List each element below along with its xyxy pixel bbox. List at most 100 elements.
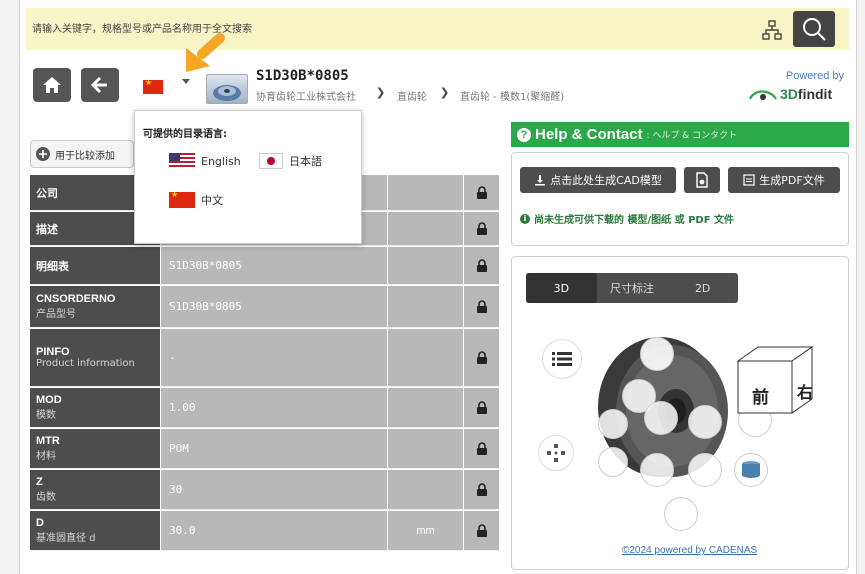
tab-2d[interactable]: 2D xyxy=(667,273,738,303)
notice-text: 尚未生成可供下载的 模型/图纸 或 PDF 文件 xyxy=(534,215,735,226)
download-icon xyxy=(535,175,546,186)
add-to-compare-button[interactable]: 用于比较添加 xyxy=(30,140,134,168)
lock-icon[interactable] xyxy=(476,482,488,497)
help-subtitle: : ヘルプ & コンタクト xyxy=(646,131,738,141)
tab-dimensions[interactable]: 尺寸标注 xyxy=(597,273,668,303)
view-top-button[interactable] xyxy=(640,337,674,371)
help-contact-bar[interactable]: ? Help & Contact : ヘルプ & コンタクト xyxy=(511,122,849,147)
cad-download-box: 点击此处生成CAD模型 生成PDF文件 i 尚未生成可供下载的 模型/图纸 或 … xyxy=(511,152,849,246)
measure-button[interactable] xyxy=(640,453,674,487)
cad-settings-button[interactable] xyxy=(684,167,720,193)
lock-icon[interactable] xyxy=(476,350,488,365)
search-bar xyxy=(26,8,849,50)
generate-cad-label: 点击此处生成CAD模型 xyxy=(550,174,662,187)
property-subkey: Product information xyxy=(36,358,135,369)
breadcrumb-category[interactable]: 直齿轮 xyxy=(397,88,427,103)
list-icon xyxy=(552,352,572,366)
view-cube[interactable] xyxy=(730,341,820,415)
property-unit xyxy=(387,212,463,245)
product-title: S1D30B*0805 xyxy=(256,68,349,84)
play-animation-button[interactable] xyxy=(598,409,628,439)
property-unit xyxy=(387,247,463,284)
brand-findit: findit xyxy=(797,86,833,102)
language-flag-icon[interactable] xyxy=(143,78,163,94)
pdf-icon xyxy=(743,174,755,186)
3dfindit-logo-icon xyxy=(748,90,777,100)
explode-view-button[interactable] xyxy=(538,435,574,471)
breadcrumb-separator-icon: ❯ xyxy=(376,87,386,99)
compare-label: 用于比较添加 xyxy=(55,150,115,162)
property-value: POM xyxy=(160,429,387,468)
lock-icon[interactable] xyxy=(476,441,488,456)
pointer-arrow-icon xyxy=(186,33,225,72)
view-tabs: 3D 尺寸标注 2D xyxy=(526,273,738,303)
property-unit xyxy=(387,388,463,427)
language-option-label: 日本語 xyxy=(289,155,322,168)
tree-view-icon[interactable] xyxy=(761,19,783,41)
brand-3d: 3D xyxy=(780,86,798,102)
home-icon xyxy=(43,77,61,93)
tab-3d[interactable]: 3D xyxy=(526,273,597,303)
back-button[interactable] xyxy=(81,68,119,102)
property-subkey: 产品型号 xyxy=(36,309,76,320)
search-icon xyxy=(803,18,826,41)
language-option-chinese[interactable]: 中文 xyxy=(169,190,223,208)
view-bottom-button[interactable] xyxy=(664,497,698,531)
property-value: 30.0 xyxy=(160,511,387,550)
table-row: Z 齿数 30 xyxy=(30,470,499,510)
breadcrumb-subcategory[interactable]: 直齿轮 - 模数1(聚缩醛) xyxy=(460,88,564,103)
product-thumbnail[interactable] xyxy=(206,74,248,104)
table-row: MTR 材料 POM xyxy=(30,429,499,469)
property-subkey: 模数 xyxy=(36,410,56,421)
generate-pdf-button[interactable]: 生成PDF文件 xyxy=(728,167,840,193)
list-view-button[interactable] xyxy=(542,339,582,379)
help-title: Help & Contact xyxy=(535,126,643,143)
language-option-english[interactable]: English xyxy=(169,153,241,169)
us-flag-icon xyxy=(169,153,195,169)
view-section-button[interactable] xyxy=(644,401,678,435)
caret-down-icon[interactable] xyxy=(182,79,190,84)
language-option-label: 中文 xyxy=(201,194,223,207)
cadenas-footer-link[interactable]: ©2024 powered by CADENAS xyxy=(622,545,757,556)
file-settings-icon xyxy=(696,172,708,188)
search-input[interactable] xyxy=(32,16,692,42)
japan-flag-icon xyxy=(259,153,283,169)
lock-icon[interactable] xyxy=(476,258,488,273)
cube-front-label: 前 xyxy=(752,388,769,407)
lock-icon[interactable] xyxy=(476,185,488,200)
property-key: MTR xyxy=(36,435,60,447)
lock-icon[interactable] xyxy=(476,299,488,314)
model-viewer[interactable]: 3D 尺寸标注 2D 前 右 ©2024 powered by CADENAS xyxy=(511,256,849,570)
property-unit xyxy=(387,286,463,327)
cube-right-label: 右 xyxy=(797,385,814,402)
lock-icon[interactable] xyxy=(476,221,488,236)
3dfindit-brand[interactable]: 3Dfindit xyxy=(780,86,832,102)
generate-cad-button[interactable]: 点击此处生成CAD模型 xyxy=(520,167,676,193)
help-icon: ? xyxy=(517,127,531,142)
view-hidden-button[interactable] xyxy=(688,453,722,487)
property-key: D xyxy=(36,517,44,529)
property-unit xyxy=(387,329,463,386)
breadcrumb-separator-icon: ❯ xyxy=(440,87,450,99)
home-button[interactable] xyxy=(33,68,71,102)
breadcrumb-company[interactable]: 协育齿轮工业株式会社 xyxy=(256,88,356,103)
language-menu-title: 可提供的目录语言: xyxy=(143,129,227,140)
view-shaded-button[interactable] xyxy=(734,453,768,487)
generate-pdf-label: 生成PDF文件 xyxy=(759,174,825,187)
property-value: 30 xyxy=(160,470,387,509)
china-flag-icon xyxy=(169,190,195,208)
language-option-japanese[interactable]: 日本語 xyxy=(259,153,322,169)
info-icon: i xyxy=(520,213,530,224)
fit-view-button[interactable] xyxy=(688,405,722,439)
lock-icon[interactable] xyxy=(476,523,488,538)
view-front-button[interactable] xyxy=(598,447,628,477)
property-key: 明细表 xyxy=(36,260,69,273)
table-row: PINFO Product information - xyxy=(30,329,499,387)
property-key: CNSORDERNO xyxy=(36,293,116,305)
table-row: 明细表 S1D30B*0805 xyxy=(30,247,499,285)
property-value: 1.00 xyxy=(160,388,387,427)
lock-icon[interactable] xyxy=(476,400,488,415)
property-key: PINFO xyxy=(36,346,70,358)
search-button[interactable] xyxy=(793,11,835,47)
property-subkey: 材料 xyxy=(36,451,56,462)
